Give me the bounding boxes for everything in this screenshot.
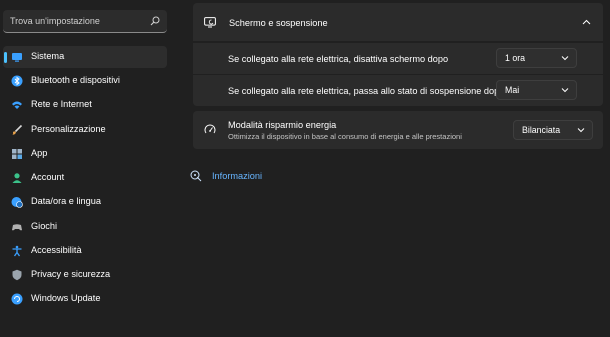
- selection-indicator: [4, 52, 7, 63]
- screen-off-label: Se collegato alla rete elettrica, disatt…: [228, 54, 449, 64]
- sidebar-item-app[interactable]: App: [3, 143, 167, 165]
- sidebar: Sistema Bluetooth e dispositivi Rete e I…: [0, 0, 175, 337]
- sidebar-item-accessibilita[interactable]: Accessibilità: [3, 240, 167, 262]
- sidebar-item-giochi[interactable]: Giochi: [3, 216, 167, 238]
- sidebar-item-personalizzazione[interactable]: Personalizzazione: [3, 119, 167, 141]
- sleep-dropdown[interactable]: Mai: [496, 80, 577, 100]
- sidebar-item-label: Accessibilità: [31, 245, 82, 255]
- sleep-label: Se collegato alla rete elettrica, passa …: [228, 86, 505, 96]
- windows-update-icon: [11, 293, 23, 305]
- accessibility-icon: [11, 245, 23, 257]
- shield-icon: [11, 269, 23, 281]
- screen-off-value: 1 ora: [505, 53, 526, 63]
- sidebar-item-account[interactable]: Account: [3, 167, 167, 189]
- sidebar-item-label: Rete e Internet: [31, 99, 92, 109]
- system-display-icon: [11, 51, 23, 63]
- sidebar-item-label: Personalizzazione: [31, 124, 106, 134]
- brush-icon: [11, 124, 23, 136]
- wifi-icon: [11, 99, 23, 111]
- chevron-down-icon: [577, 128, 585, 133]
- info-link-label: Informazioni: [212, 171, 263, 181]
- sidebar-item-privacy[interactable]: Privacy e sicurezza: [3, 264, 167, 286]
- power-mode-icon: [204, 124, 216, 134]
- power-mode-card: Modalità risparmio energia Ottimizza il …: [193, 111, 603, 149]
- sidebar-item-label: Bluetooth e dispositivi: [31, 75, 120, 85]
- sidebar-item-label: App: [31, 148, 48, 158]
- screen-sleep-header[interactable]: Schermo e sospensione: [193, 3, 603, 41]
- sidebar-item-label: Privacy e sicurezza: [31, 269, 111, 279]
- screen-off-row: Se collegato alla rete elettrica, disatt…: [193, 43, 603, 74]
- sleep-value: Mai: [505, 85, 520, 95]
- screen-off-dropdown[interactable]: 1 ora: [496, 48, 577, 68]
- sidebar-item-rete[interactable]: Rete e Internet: [3, 94, 167, 116]
- sidebar-item-windows-update[interactable]: Windows Update: [3, 288, 167, 310]
- gamepad-icon: [11, 221, 23, 233]
- sidebar-item-label: Account: [31, 172, 65, 182]
- search-input[interactable]: [3, 10, 141, 32]
- chevron-down-icon: [561, 88, 569, 93]
- screen-sleep-title: Schermo e sospensione: [229, 18, 328, 28]
- account-icon: [11, 172, 23, 184]
- globe-clock-icon: [11, 196, 23, 208]
- sidebar-item-label: Data/ora e lingua: [31, 196, 101, 206]
- power-mode-dropdown[interactable]: Bilanciata: [513, 120, 593, 140]
- power-mode-subtitle: Ottimizza il dispositivo in base al cons…: [228, 132, 462, 141]
- power-mode-value: Bilanciata: [522, 125, 561, 135]
- sidebar-item-label: Giochi: [31, 221, 58, 231]
- screen-sleep-icon: [204, 17, 216, 28]
- apps-icon: [11, 148, 23, 160]
- chevron-up-icon[interactable]: [582, 19, 591, 25]
- sidebar-item-sistema[interactable]: Sistema: [3, 46, 167, 68]
- search-icon[interactable]: [150, 16, 160, 26]
- search-box[interactable]: [3, 10, 167, 33]
- sleep-row: Se collegato alla rete elettrica, passa …: [193, 75, 603, 106]
- sidebar-item-data-ora[interactable]: Data/ora e lingua: [3, 191, 167, 213]
- info-link[interactable]: Informazioni: [190, 168, 262, 184]
- power-mode-title: Modalità risparmio energia: [228, 120, 337, 130]
- settings-window: Sistema Bluetooth e dispositivi Rete e I…: [0, 0, 610, 337]
- sidebar-item-bluetooth[interactable]: Bluetooth e dispositivi: [3, 70, 167, 92]
- sidebar-item-label: Sistema: [31, 51, 65, 61]
- sidebar-item-label: Windows Update: [31, 293, 101, 303]
- chevron-down-icon: [561, 56, 569, 61]
- bluetooth-icon: [11, 75, 23, 87]
- help-chat-icon: [190, 170, 202, 182]
